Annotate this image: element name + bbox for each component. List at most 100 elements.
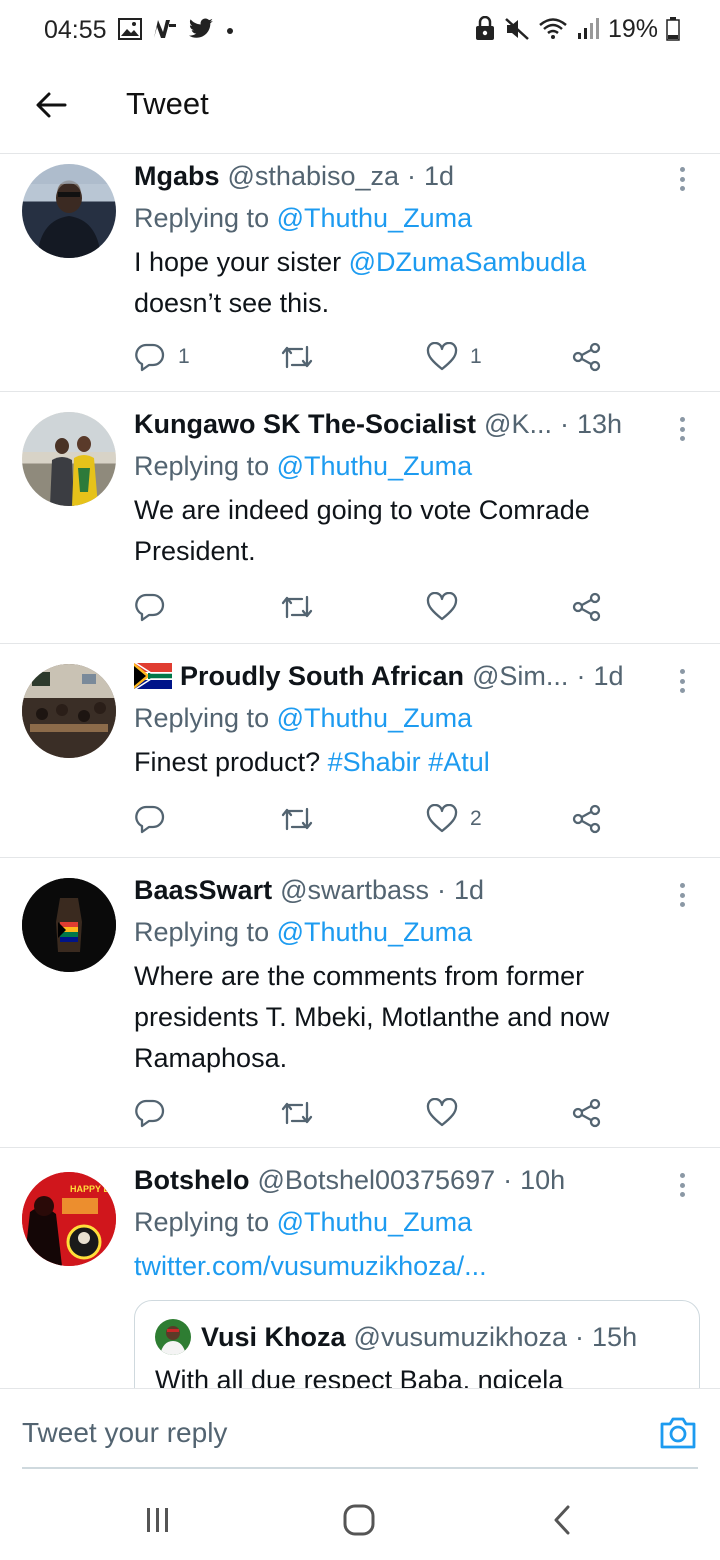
reply-composer: Tweet your reply (0, 1388, 720, 1470)
wifi-icon (539, 18, 567, 39)
author-name[interactable]: Mgabs (134, 158, 220, 194)
tweet-meta: Mgabs @sthabiso_za · 1d (134, 158, 670, 194)
south-africa-flag-icon (134, 663, 172, 689)
author-name[interactable]: Kungawo SK The-Socialist (134, 406, 476, 442)
like-count: 1 (470, 345, 482, 368)
author-name[interactable]: Proudly South African (180, 658, 464, 694)
replying-to-mention[interactable]: @Thuthu_Zuma (277, 1207, 473, 1237)
tweet-item[interactable]: BaasSwart @swartbass · 1d Replying to @T… (0, 858, 720, 1148)
home-icon (343, 1504, 375, 1536)
like-button[interactable] (426, 1096, 470, 1130)
tweet-item[interactable]: Kungawo SK The-Socialist @K... · 13h Rep… (0, 392, 720, 644)
share-button[interactable] (572, 802, 602, 836)
system-nav-bar (0, 1470, 720, 1560)
replying-to-mention[interactable]: @Thuthu_Zuma (277, 451, 473, 481)
reply-icon (135, 1099, 165, 1128)
retweet-button[interactable] (280, 802, 326, 836)
retweet-button[interactable] (280, 590, 326, 624)
tweet-time[interactable]: 1d (454, 872, 484, 908)
reply-button[interactable] (134, 590, 178, 624)
notification-icons (118, 14, 236, 44)
reply-button[interactable]: 1 (134, 340, 190, 374)
more-options-icon[interactable] (672, 414, 692, 444)
replying-to-mention[interactable]: @Thuthu_Zuma (277, 917, 473, 947)
author-handle[interactable]: @K... (484, 406, 552, 442)
quoted-author-handle: @vusumuzikhoza (353, 1321, 568, 1352)
recent-apps-button[interactable] (138, 1500, 178, 1540)
retweet-button[interactable] (280, 340, 326, 374)
avatar[interactable] (22, 878, 116, 972)
app-header: Tweet (0, 60, 720, 154)
replying-to: Replying to @Thuthu_Zuma (134, 1207, 473, 1237)
like-button[interactable] (426, 590, 470, 624)
status-bar: 04:55 19% (0, 0, 720, 60)
author-handle[interactable]: @Sim... (472, 658, 568, 694)
more-options-icon[interactable] (672, 164, 692, 194)
avatar[interactable] (22, 164, 116, 258)
reply-count: 1 (178, 345, 190, 368)
more-options-icon[interactable] (672, 880, 692, 910)
like-button[interactable]: 1 (426, 340, 482, 374)
retweet-button[interactable] (280, 1096, 326, 1130)
author-name[interactable]: BaasSwart (134, 872, 272, 908)
signal-icon (577, 18, 599, 39)
avatar-caption: HAPPY BIRTHDAY (70, 1184, 116, 1194)
reply-button[interactable] (134, 802, 178, 836)
lock-icon (475, 16, 494, 40)
author-handle[interactable]: @swartbass (280, 872, 429, 908)
image-icon (118, 18, 142, 40)
share-icon (572, 1098, 601, 1128)
replying-to-mention[interactable]: @Thuthu_Zuma (277, 203, 473, 233)
twitter-icon (188, 18, 213, 38)
hashtag-link[interactable]: #Atul (428, 747, 490, 777)
tweet-meta: BaasSwart @swartbass · 1d (134, 872, 670, 908)
quoted-tweet-time: 15h (592, 1321, 638, 1352)
system-back-button[interactable] (542, 1500, 582, 1540)
tweet-actions (134, 590, 614, 624)
page-title: Tweet (126, 86, 209, 121)
tweet-item[interactable]: Mgabs @sthabiso_za · 1d Replying to @Thu… (0, 154, 720, 392)
share-icon (572, 804, 601, 834)
tweet-time[interactable]: 10h (520, 1162, 565, 1198)
replying-to: Replying to @Thuthu_Zuma (134, 203, 473, 233)
reply-icon (135, 343, 165, 372)
retweet-icon (281, 807, 313, 831)
tweet-item[interactable]: Proudly South African @Sim... · 1d Reply… (0, 644, 720, 858)
replying-to-mention[interactable]: @Thuthu_Zuma (277, 703, 473, 733)
home-button[interactable] (339, 1500, 379, 1540)
tweet-time[interactable]: 13h (577, 406, 622, 442)
back-button[interactable] (28, 82, 74, 128)
share-button[interactable] (572, 340, 602, 374)
reply-icon (135, 593, 165, 622)
avatar[interactable] (22, 664, 116, 758)
tweet-actions: 2 (134, 802, 614, 836)
camera-button[interactable] (658, 1413, 698, 1453)
battery-percent: 19% (607, 14, 658, 43)
share-button[interactable] (572, 1096, 602, 1130)
avatar[interactable] (22, 412, 116, 506)
author-name[interactable]: Botshelo (134, 1162, 250, 1198)
avatar[interactable]: HAPPY BIRTHDAY (22, 1172, 116, 1266)
quoted-tweet[interactable]: Vusi Khoza @vusumuzikhoza · 15h With all… (134, 1300, 700, 1388)
url-link[interactable]: twitter.com/vusumuzikhoza/... (134, 1251, 487, 1281)
more-options-icon[interactable] (672, 1170, 692, 1200)
tweet-actions: 1 1 (134, 340, 614, 374)
tweet-time[interactable]: 1d (424, 158, 454, 194)
reply-input[interactable]: Tweet your reply (22, 1417, 227, 1449)
heart-icon (426, 342, 458, 371)
quoted-author-name: Vusi Khoza (201, 1321, 346, 1352)
tweet-time[interactable]: 1d (593, 658, 623, 694)
more-options-icon[interactable] (672, 666, 692, 696)
like-button[interactable]: 2 (426, 802, 482, 836)
tweet-item[interactable]: HAPPY BIRTHDAY Botshelo @Botshel00375697… (0, 1148, 720, 1388)
reply-button[interactable] (134, 1096, 178, 1130)
hashtag-link[interactable]: #Shabir (328, 747, 421, 777)
share-button[interactable] (572, 590, 602, 624)
retweet-icon (281, 595, 313, 619)
chevron-left-icon (554, 1505, 570, 1535)
heart-icon (426, 804, 458, 833)
author-handle[interactable]: @Botshel00375697 (258, 1162, 496, 1198)
author-handle[interactable]: @sthabiso_za (228, 158, 400, 194)
camera-icon (660, 1417, 696, 1449)
mention-link[interactable]: @DZumaSambudla (349, 247, 587, 277)
